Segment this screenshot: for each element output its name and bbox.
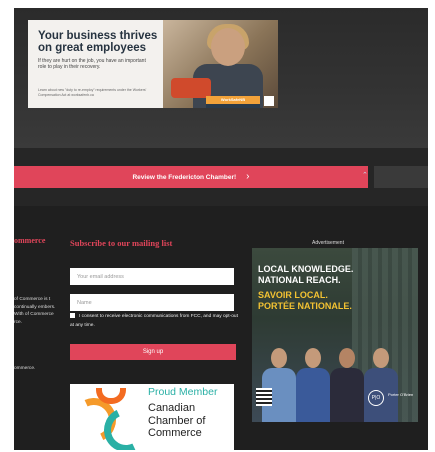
worksafe-ad[interactable]: Your business thrives on great employees… <box>28 20 278 108</box>
ad-person <box>296 348 330 422</box>
cta-side-panel <box>374 166 428 188</box>
ad-line-1: LOCAL KNOWLEDGE. <box>258 264 354 274</box>
footer: ommerce of Commerce is t continually emb… <box>14 206 428 450</box>
consent-label: I consent to receive electronic communic… <box>70 314 238 328</box>
ad-photo <box>163 20 278 108</box>
review-chamber-button[interactable]: Review the Fredericton Chamber! › <box>14 166 368 188</box>
footer-left-text: of Commerce is t continually embers. Wit… <box>14 297 56 325</box>
consent-row: I consent to receive electronic communic… <box>70 312 240 330</box>
ad-line-3: SAVOIR LOCAL. <box>258 290 328 300</box>
ad-headline: Your business thrives on great employees <box>38 30 158 54</box>
chamber-name: Canadian Chamber of Commerce <box>148 402 206 439</box>
consent-checkbox[interactable] <box>70 313 75 319</box>
name-input[interactable]: Name <box>70 294 234 311</box>
page-frame: Your business thrives on great employees… <box>14 8 428 450</box>
ad-line-2: NATIONAL REACH. <box>258 275 341 285</box>
ad-line-4: PORTÉE NATIONALE. <box>258 301 352 311</box>
ad-logo <box>264 96 274 106</box>
review-chamber-label: Review the Fredericton Chamber! <box>132 173 237 181</box>
ad-badge: WorkSafeNB <box>206 96 260 104</box>
ad-subtext: If they are hurt on the job, you have an… <box>38 58 146 70</box>
ad-fine-print: Learn about new "duty to re-employ" requ… <box>38 88 147 97</box>
sign-up-button[interactable]: Sign up <box>70 344 236 360</box>
proud-member-text: Proud Member <box>148 386 218 398</box>
proud-member-badge[interactable]: Proud Member Canadian Chamber of Commerc… <box>70 384 234 450</box>
advertisement-label: Advertisement <box>312 240 344 246</box>
footer-left-text-2: ommerce. <box>14 366 36 371</box>
chevron-right-icon: › <box>246 171 250 182</box>
qr-code-icon <box>256 388 272 406</box>
ad-person <box>330 348 364 422</box>
ad-person <box>262 348 296 422</box>
top-banner-area: Your business thrives on great employees… <box>14 8 428 148</box>
ad-person <box>364 348 398 422</box>
porter-obrien-name: Porter O'Brien <box>388 392 414 397</box>
porter-obrien-logo: P|O <box>368 390 384 406</box>
porter-obrien-ad[interactable]: LOCAL KNOWLEDGE. NATIONAL REACH. SAVOIR … <box>252 248 418 422</box>
mailing-list-title: Subscribe to our mailing list <box>70 238 173 248</box>
email-input[interactable]: Your email address <box>70 268 234 285</box>
chevron-up-icon[interactable]: ⌃ <box>362 171 368 179</box>
footer-left-heading: ommerce <box>14 236 46 245</box>
